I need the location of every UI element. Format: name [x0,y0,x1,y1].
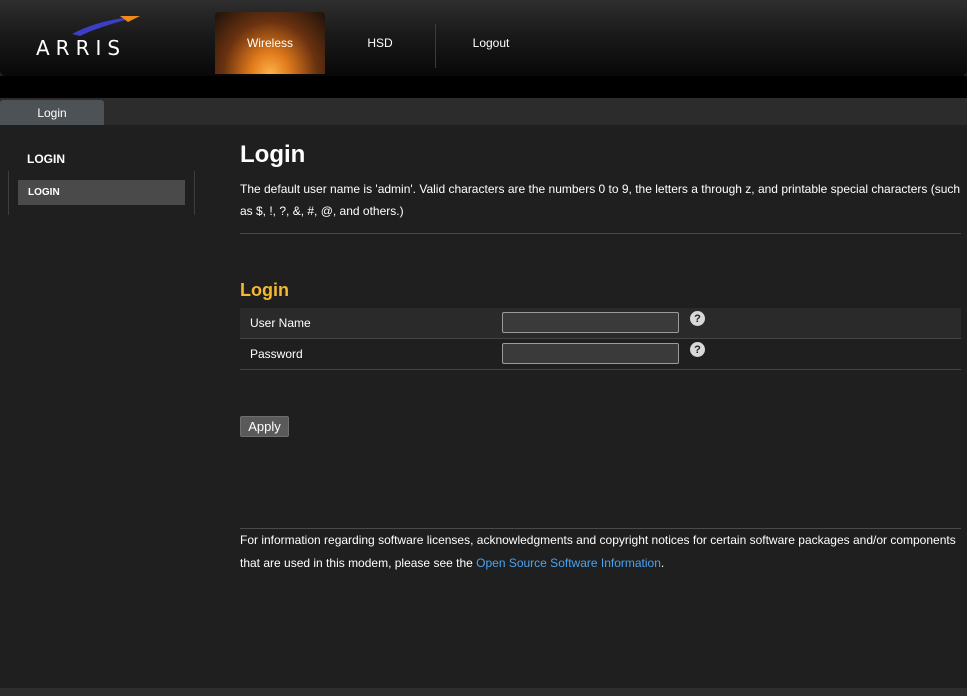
footer-text-end: . [660,556,665,570]
page-description: The default user name is 'admin'. Valid … [240,182,961,218]
arris-logo: ARRIS [30,14,150,64]
sidebar-title: LOGIN [27,152,65,166]
sidebar-item-label: LOGIN [28,187,60,198]
form-row-password: Password ? [240,339,961,370]
password-input[interactable] [502,343,679,364]
page-title: Login [240,141,306,168]
tab-bar: Login [0,98,967,125]
nav-item-label: Wireless [246,36,293,50]
logo-text: ARRIS [36,36,127,60]
header-spacer [0,76,967,98]
logo-swoosh-icon [72,16,140,36]
username-label: User Name [250,316,311,330]
apply-button[interactable]: Apply [240,416,289,437]
login-form: User Name ? Password ? [240,308,961,370]
nav-item-wireless[interactable]: Wireless [215,12,325,74]
form-row-username: User Name ? [240,308,961,339]
main-nav: Wireless HSD Logout [215,12,546,74]
question-circle-icon[interactable]: ? [690,311,705,326]
tab-label: Login [37,105,67,120]
top-header: ARRIS Wireless HSD Logout [0,0,967,76]
question-circle-icon[interactable]: ? [690,342,705,357]
bottom-strip [0,688,967,696]
nav-item-label: Logout [472,36,510,50]
open-source-link[interactable]: Open Source Software Information [476,556,661,570]
divider [240,233,961,234]
sidebar-item-login[interactable]: LOGIN [18,180,185,205]
section-title: Login [240,280,289,300]
username-input[interactable] [502,312,679,333]
nav-item-label: HSD [367,36,393,50]
nav-item-logout[interactable]: Logout [436,12,546,74]
tab-login[interactable]: Login [0,100,104,125]
password-label: Password [250,347,303,361]
nav-item-hsd[interactable]: HSD [325,12,435,74]
footer-notice: For information regarding software licen… [240,529,965,575]
